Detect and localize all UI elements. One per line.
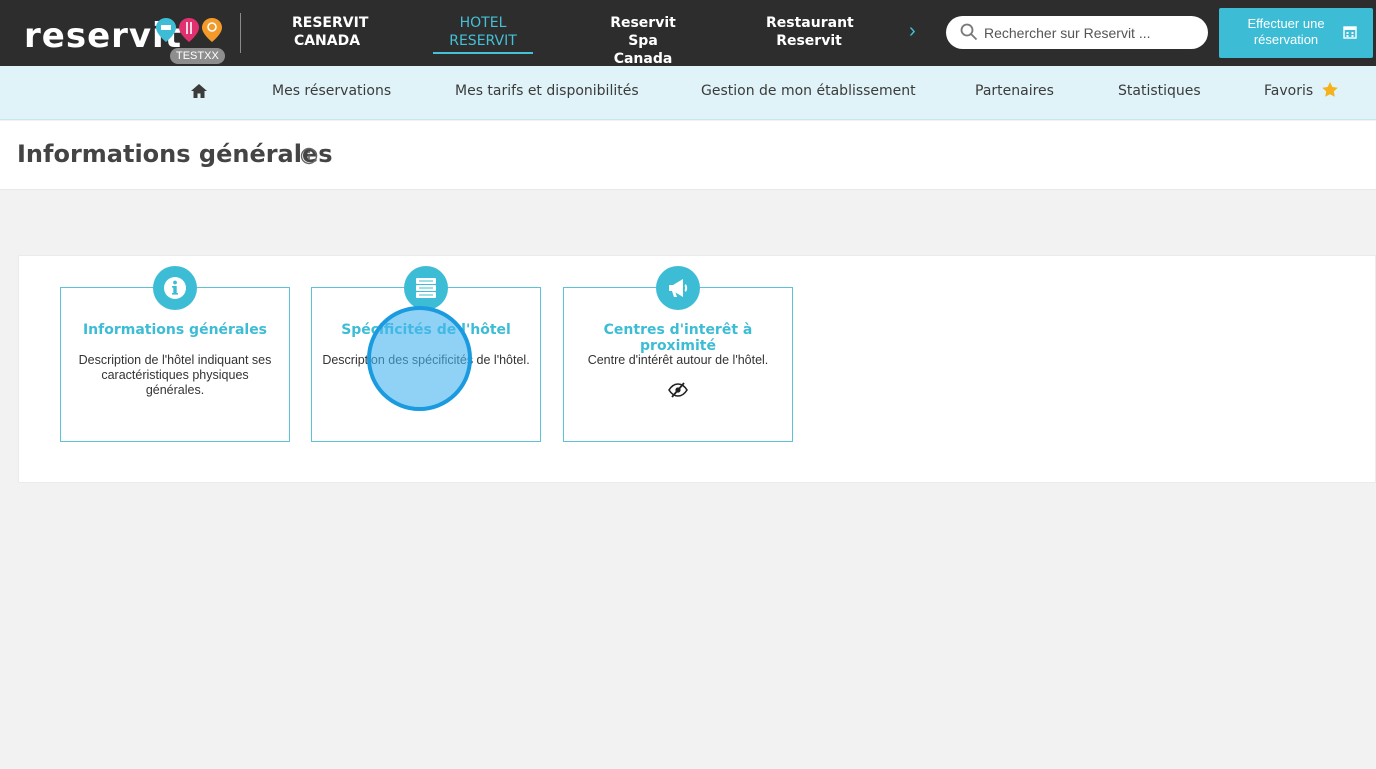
make-reservation-label: Effectuer une réservation xyxy=(1235,16,1337,48)
hotel-pin-icon xyxy=(156,18,176,42)
card-title: Centres d'interêt à proximité xyxy=(603,322,753,354)
card-informations-generales[interactable]: Informations générales Description de l'… xyxy=(60,266,290,442)
server-icon xyxy=(404,266,448,310)
card-description: Description des spécificités de l'hôtel. xyxy=(322,353,530,367)
nav-statistiques[interactable]: Statistiques xyxy=(1118,83,1201,99)
tab-label-line1: Reservit Spa xyxy=(610,15,676,49)
nav-favoris[interactable]: Favoris xyxy=(1264,83,1313,99)
card-centres-interet[interactable]: Centres d'interêt à proximité Centre d'i… xyxy=(563,266,793,442)
logo-divider xyxy=(240,13,241,53)
info-circle-icon[interactable] xyxy=(300,147,318,165)
tab-reservit-spa-canada[interactable]: Reservit Spa Canada xyxy=(595,14,691,68)
top-bar: reservit TESTXX RESERVIT CANADA HOTEL RE… xyxy=(0,0,1376,68)
chevron-right-icon[interactable]: › xyxy=(909,20,916,43)
calendar-icon xyxy=(1343,26,1357,39)
search-box xyxy=(946,16,1208,49)
nav-tarifs-disponibilites[interactable]: Mes tarifs et disponibilités xyxy=(455,83,639,99)
tab-label-line1: Restaurant xyxy=(766,15,854,31)
tab-reservit-canada[interactable]: RESERVIT CANADA xyxy=(292,14,369,50)
tab-label-line2: RESERVIT xyxy=(449,33,517,49)
home-icon[interactable] xyxy=(190,82,208,100)
restaurant-pin-icon xyxy=(179,18,199,42)
tab-label-line2: CANADA xyxy=(293,33,361,49)
card-description: Centre d'intérêt autour de l'hôtel. xyxy=(587,353,769,367)
card-title: Spécificités de l'hôtel xyxy=(341,322,511,338)
spa-pin-icon xyxy=(202,18,222,42)
card-description: Description de l'hôtel indiquant ses car… xyxy=(78,353,272,397)
search-input[interactable] xyxy=(984,22,1198,43)
search-icon xyxy=(960,23,978,41)
tab-restaurant-reservit[interactable]: Restaurant Reservit xyxy=(766,14,854,50)
tab-label-line1: RESERVIT xyxy=(292,15,369,31)
nav-mes-reservations[interactable]: Mes réservations xyxy=(272,83,391,99)
card-title: Informations générales xyxy=(82,322,268,338)
megaphone-icon xyxy=(656,266,700,310)
nav-partenaires[interactable]: Partenaires xyxy=(975,83,1054,99)
eye-slash-icon[interactable] xyxy=(668,382,688,398)
make-reservation-button[interactable]: Effectuer une réservation xyxy=(1219,8,1373,58)
tab-label-line1: HOTEL xyxy=(459,15,507,31)
nav-gestion-etablissement[interactable]: Gestion de mon établissement xyxy=(701,83,916,99)
tab-hotel-reservit[interactable]: HOTEL RESERVIT xyxy=(433,14,533,54)
info-icon xyxy=(153,266,197,310)
environment-badge: TESTXX xyxy=(170,48,225,64)
star-icon xyxy=(1322,82,1338,97)
cards-panel: Informations générales Description de l'… xyxy=(18,255,1376,483)
tab-label-line2: Reservit xyxy=(776,33,842,49)
reservit-logo[interactable]: reservit TESTXX xyxy=(24,12,234,64)
page-header: Informations générales xyxy=(0,121,1376,190)
sub-navigation: Mes réservations Mes tarifs et disponibi… xyxy=(0,66,1376,120)
page-title: Informations générales xyxy=(17,140,333,168)
make-reservation-label-line2: réservation xyxy=(1253,32,1319,47)
card-specificites-hotel[interactable]: Spécificités de l'hôtel Description des … xyxy=(311,266,541,442)
make-reservation-label-line1: Effectuer une xyxy=(1247,16,1325,31)
